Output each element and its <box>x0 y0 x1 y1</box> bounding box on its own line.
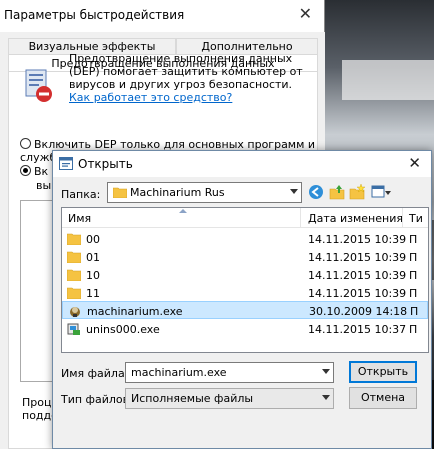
dep-shield-icon <box>25 69 52 102</box>
column-date[interactable]: Дата изменения <box>308 212 403 225</box>
folder-value: Machinarium Rus <box>130 186 225 199</box>
list-item[interactable]: 00 14.11.2015 10:39 П <box>62 230 428 248</box>
filetype-label: Тип файлов: <box>61 393 133 406</box>
dep-help-link[interactable]: Как работает это средство? <box>69 91 232 104</box>
radio-button[interactable] <box>20 138 31 149</box>
dialog-title: Открыть <box>78 157 133 171</box>
dep-radio-all[interactable]: Вк <box>20 165 48 178</box>
dep-radio-all-line2: вы <box>36 179 52 192</box>
filename-label: Имя файла: <box>61 367 129 380</box>
file-list[interactable]: Имя Дата изменения Ти 00 14.11.2015 10:3… <box>61 207 429 353</box>
cancel-button[interactable]: Отмена <box>349 387 417 409</box>
close-icon[interactable]: ✕ <box>408 154 421 172</box>
chevron-down-icon[interactable] <box>322 369 330 374</box>
dep-description: Предотвращение выполнения данных (DEP) п… <box>69 52 303 104</box>
machinarium-app-icon <box>70 307 80 317</box>
perf-window-title: Параметры быстродействия <box>0 0 324 30</box>
folder-icon <box>113 187 127 198</box>
column-name[interactable]: Имя <box>68 212 91 225</box>
sort-ascending-icon <box>179 209 187 213</box>
list-item[interactable]: 10 14.11.2015 10:39 П <box>62 266 428 284</box>
list-item[interactable]: 11 14.11.2015 10:39 П <box>62 284 428 302</box>
open-dialog-icon <box>59 157 73 170</box>
chevron-down-icon[interactable] <box>322 395 330 400</box>
back-icon[interactable] <box>308 184 324 200</box>
list-item-selected[interactable]: machinarium.exe 30.10.2009 14:18 П <box>62 301 428 319</box>
installer-icon <box>67 323 80 335</box>
up-folder-icon[interactable] <box>329 184 345 200</box>
radio-button-selected[interactable] <box>20 165 31 176</box>
new-folder-icon[interactable] <box>349 184 365 200</box>
open-button[interactable]: Открыть <box>349 361 417 383</box>
filetype-select[interactable]: Исполняемые файлы <box>125 388 334 409</box>
filename-input[interactable]: machinarium.exe <box>125 362 334 383</box>
folder-label: Папка: <box>61 188 101 201</box>
chevron-down-icon[interactable] <box>290 189 298 194</box>
folder-icon <box>67 269 81 281</box>
list-item[interactable]: unins000.exe 14.11.2015 10:37 П <box>62 320 428 338</box>
view-menu-icon[interactable] <box>371 184 391 200</box>
folder-icon <box>67 251 81 263</box>
dialog-titlebar: Открыть ✕ <box>53 151 431 177</box>
close-icon[interactable]: ✕ <box>299 4 312 23</box>
exceptions-list[interactable] <box>20 200 54 382</box>
folder-combo[interactable]: Machinarium Rus <box>107 182 302 203</box>
open-file-dialog: Открыть ✕ Папка: Machinarium Rus Имя Дат… <box>52 150 432 449</box>
folder-icon <box>67 233 81 245</box>
folder-icon <box>67 287 81 299</box>
file-list-header: Имя Дата изменения Ти <box>62 208 428 228</box>
list-item[interactable]: 01 14.11.2015 10:39 П <box>62 248 428 266</box>
column-type[interactable]: Ти <box>409 212 423 225</box>
